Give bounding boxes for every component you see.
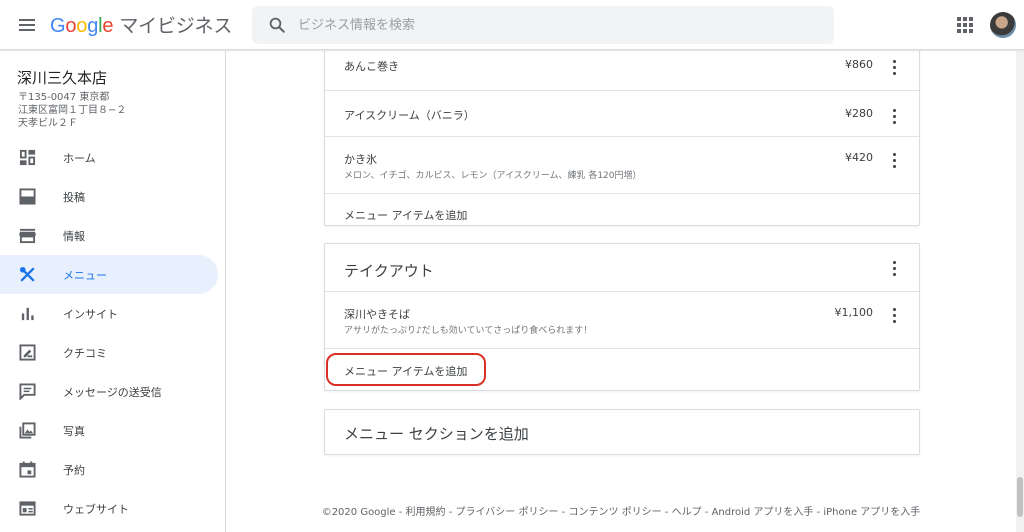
add-menu-section-button[interactable]: メニュー セクションを追加 (344, 423, 529, 444)
menu-item-name: かき氷 (344, 153, 377, 166)
sidebar-item-posts[interactable]: 投稿 (0, 177, 218, 216)
sidebar-item-label: クチコミ (63, 347, 107, 360)
website-icon (19, 501, 36, 516)
bar-chart-icon (21, 307, 34, 321)
more-options-icon[interactable] (891, 59, 899, 75)
menu-item-row[interactable]: 深川やきそば アサリがたっぷり♪だしも効いていてさっぱり食べられます！ ¥1,1… (325, 291, 919, 348)
menu-item-name: アイスクリーム（バニラ） (344, 109, 475, 122)
photo-icon (19, 422, 36, 439)
sidebar: 深川三久本店 〒135-0047 東京都 江東区富岡１丁目８−２ 天孝ビル２Ｆ … (0, 51, 226, 532)
address-line: 江東区富岡１丁目８−２ (18, 105, 127, 116)
sidebar-item-label: 写真 (63, 425, 85, 438)
menu-item-row[interactable]: アイスクリーム（バニラ） ¥280 (325, 90, 919, 136)
sidebar-item-label: ウェブサイト (63, 503, 129, 516)
sidebar-item-label: メニュー (63, 269, 107, 282)
search-bar[interactable] (252, 6, 834, 44)
product-name: マイビジネス (119, 16, 233, 37)
business-address: 〒135-0047 東京都 江東区富岡１丁目８−２ 天孝ビル２Ｆ (18, 91, 126, 130)
sidebar-item-photos[interactable]: 写真 (0, 411, 218, 450)
sidebar-item-messages[interactable]: メッセージの送受信 (0, 372, 218, 411)
logo-letter: e (102, 15, 114, 37)
more-options-icon[interactable] (891, 152, 899, 168)
footer-links[interactable]: ©2020 Google - 利用規約 - プライバシー ポリシー - コンテン… (226, 503, 1016, 518)
storefront-icon (19, 228, 36, 244)
menu-item-price: ¥1,100 (834, 306, 874, 319)
restaurant-icon (19, 266, 35, 282)
address-line: 〒135-0047 東京都 (18, 92, 110, 103)
section-header: テイクアウト (325, 244, 919, 291)
search-icon (269, 17, 285, 33)
sidebar-item-home[interactable]: ホーム (0, 138, 218, 177)
add-menu-item-row: メニュー アイテムを追加 (325, 193, 919, 225)
account-avatar[interactable] (990, 12, 1016, 38)
sidebar-item-website[interactable]: ウェブサイト (0, 489, 218, 528)
menu-section-card: あんこ巻き ¥860 アイスクリーム（バニラ） ¥280 かき氷 メロン、イチゴ… (324, 51, 920, 226)
sidebar-item-label: 予約 (63, 464, 85, 477)
menu-item-description: メロン、イチゴ、カルピス、レモン（アイスクリーム、練乳 各120円増） (344, 171, 642, 181)
posts-icon (19, 188, 36, 205)
sidebar-item-reviews[interactable]: クチコミ (0, 333, 218, 372)
sidebar-item-label: 情報 (63, 230, 85, 243)
menu-item-description: アサリがたっぷり♪だしも効いていてさっぱり食べられます！ (344, 326, 593, 336)
sidebar-item-insights[interactable]: インサイト (0, 294, 218, 333)
address-line: 天孝ビル２Ｆ (18, 118, 78, 129)
more-options-icon[interactable] (891, 260, 899, 276)
message-icon (19, 383, 36, 400)
search-input[interactable] (298, 6, 818, 44)
menu-item-price: ¥420 (845, 151, 873, 164)
logo-letter: o (76, 15, 88, 37)
add-section-card[interactable]: メニュー セクションを追加 (324, 409, 920, 455)
scrollbar-thumb[interactable] (1017, 477, 1023, 517)
top-app-bar: Google マイビジネス (0, 0, 1024, 50)
logo-letter: G (50, 15, 66, 37)
scrollbar[interactable] (1016, 51, 1024, 532)
logo-letter: g (87, 15, 99, 37)
reviews-icon (19, 344, 36, 361)
more-options-icon[interactable] (891, 108, 899, 124)
business-name: 深川三久本店 (17, 69, 108, 87)
sidebar-item-label: ホーム (63, 152, 96, 165)
highlight-annotation (326, 353, 486, 386)
sidebar-item-label: インサイト (63, 308, 118, 321)
calendar-icon (19, 461, 36, 478)
sidebar-item-menu[interactable]: メニュー (0, 255, 218, 294)
more-options-icon[interactable] (891, 307, 899, 323)
hamburger-menu-icon[interactable] (16, 13, 40, 37)
menu-item-name: あんこ巻き (344, 60, 399, 73)
menu-item-price: ¥860 (845, 58, 873, 71)
logo-letter: o (65, 15, 77, 37)
google-my-business-logo[interactable]: Google マイビジネス (50, 11, 232, 38)
apps-grid-icon[interactable] (957, 17, 973, 33)
main-content: あんこ巻き ¥860 アイスクリーム（バニラ） ¥280 かき氷 メロン、イチゴ… (226, 51, 1016, 532)
sidebar-item-info[interactable]: 情報 (0, 216, 218, 255)
section-title: テイクアウト (344, 262, 434, 280)
sidebar-item-label: 投稿 (63, 191, 85, 204)
menu-item-name: 深川やきそば (344, 308, 410, 321)
sidebar-item-booking[interactable]: 予約 (0, 450, 218, 489)
add-menu-item-button[interactable]: メニュー アイテムを追加 (344, 207, 467, 223)
sidebar-item-label: メッセージの送受信 (63, 386, 162, 399)
menu-item-row[interactable]: あんこ巻き ¥860 (325, 51, 919, 90)
menu-item-row[interactable]: かき氷 メロン、イチゴ、カルピス、レモン（アイスクリーム、練乳 各120円増） … (325, 136, 919, 193)
dashboard-icon (19, 149, 36, 166)
menu-item-price: ¥280 (845, 107, 873, 120)
